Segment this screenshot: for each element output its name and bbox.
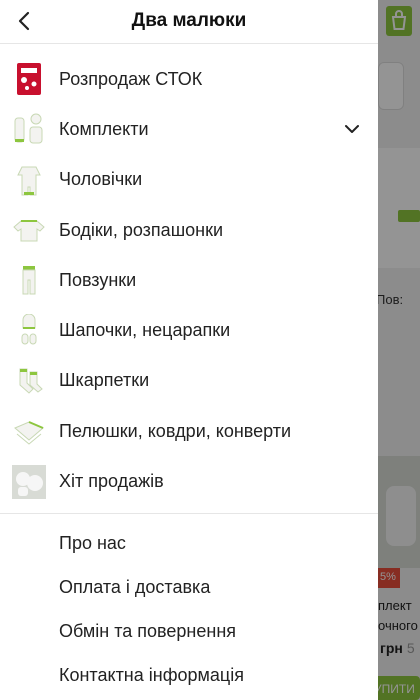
link-exchange-return[interactable]: Обмін та повернення (0, 610, 378, 654)
socks-icon (19, 368, 43, 394)
category-label: Шкарпетки (59, 370, 150, 391)
category-label: Бодіки, розпашонки (59, 219, 224, 240)
category-item-rompers[interactable]: Чоловічки (0, 155, 378, 205)
chevron-down-icon[interactable] (344, 121, 360, 137)
romper-icon (17, 166, 41, 196)
category-item-blankets[interactable]: Пелюшки, ковдри, конверти (0, 406, 378, 456)
set-icon (14, 113, 43, 144)
category-item-sets[interactable]: Комплекти (0, 104, 378, 154)
pants-icon (22, 266, 36, 295)
category-item-hats[interactable]: Шапочки, нецарапки (0, 305, 378, 355)
category-item-sale[interactable]: Розпродаж СТОК (0, 54, 378, 104)
bodysuit-icon (13, 220, 45, 242)
category-label: Пелюшки, ковдри, конверти (59, 420, 292, 441)
category-label: Комплекти (59, 118, 149, 139)
category-label: Чоловічки (59, 169, 143, 190)
category-item-bestsellers[interactable]: Хіт продажів (0, 456, 378, 506)
category-list: Розпродаж СТОК Комплекти Чоловічки Бодік… (0, 44, 378, 507)
category-item-socks[interactable]: Шкарпетки (0, 356, 378, 406)
link-payment-delivery[interactable]: Оплата і доставка (0, 566, 378, 610)
category-item-pants[interactable]: Повзунки (0, 255, 378, 305)
hat-icon (21, 313, 37, 345)
category-label: Повзунки (59, 269, 137, 290)
blanket-icon (14, 421, 44, 445)
sale-icon (17, 63, 41, 96)
info-links: Про нас Оплата і доставка Обмін та повер… (0, 514, 378, 698)
link-about[interactable]: Про нас (0, 522, 378, 566)
category-item-bodysuits[interactable]: Бодіки, розпашонки (0, 205, 378, 255)
navigation-drawer: Два малюки Розпродаж СТОК Комплекти Чоло… (0, 0, 378, 700)
category-label: Хіт продажів (59, 471, 164, 492)
drawer-title: Два малюки (131, 10, 247, 31)
category-label: Шапочки, нецарапки (59, 320, 231, 341)
bestseller-icon (12, 464, 46, 499)
drawer-header: Два малюки (0, 0, 378, 44)
category-label: Розпродаж СТОК (59, 68, 203, 89)
link-contact-info[interactable]: Контактна інформація (0, 654, 378, 698)
